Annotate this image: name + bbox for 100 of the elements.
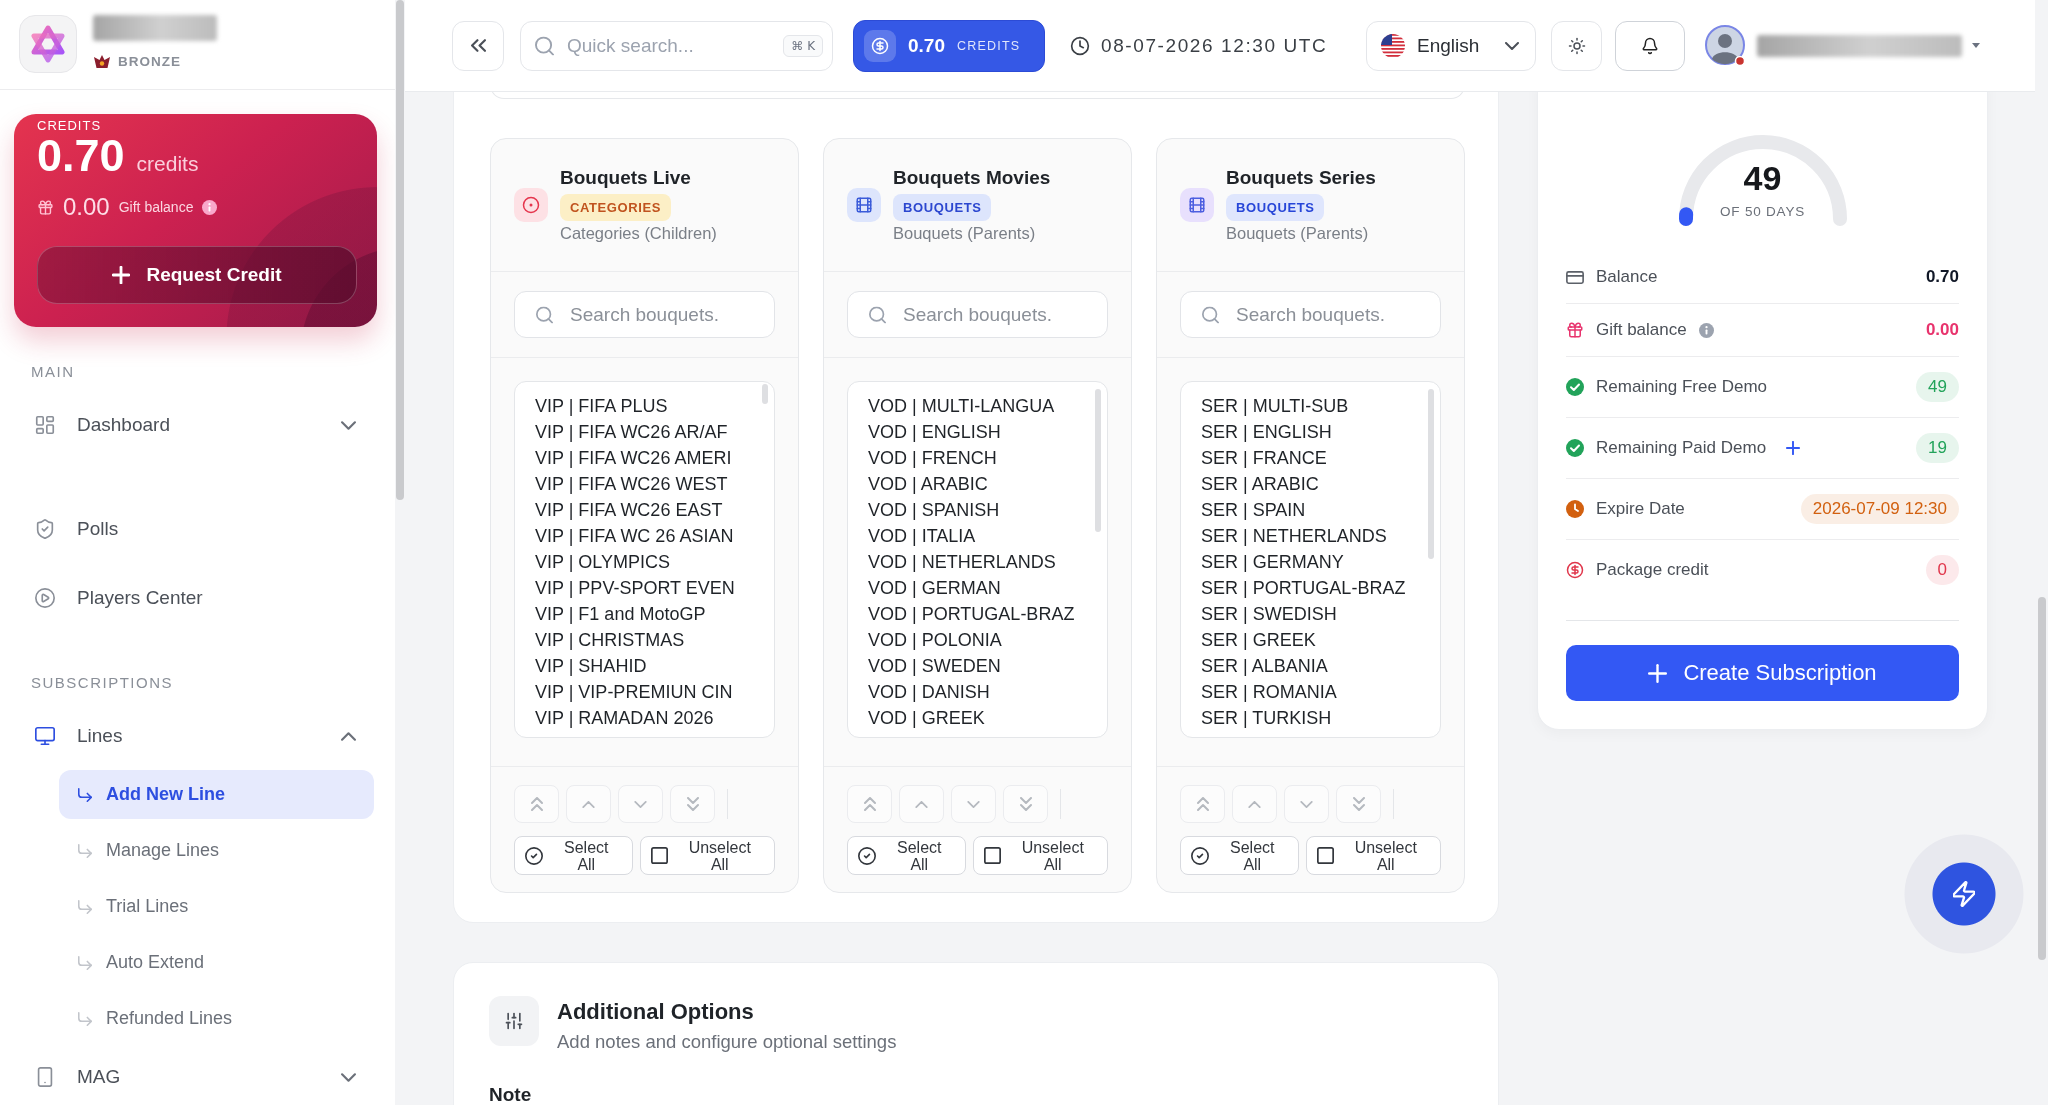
nav-item[interactable]: Polls [0, 504, 395, 554]
bouquet-search-field[interactable]: Search bouquets. [1180, 291, 1441, 338]
move-to-top-button[interactable] [847, 785, 892, 823]
bouquet-item[interactable]: VOD | GREEK [868, 705, 1093, 731]
request-credit-button[interactable]: Request Credit [37, 246, 357, 304]
bouquet-item[interactable]: SER | GREEK [1201, 627, 1426, 653]
bouquet-item[interactable]: SER | TURKISH [1201, 705, 1426, 731]
bouquet-item[interactable]: VOD | NETHERLANDS [868, 549, 1093, 575]
scrollbar-thumb[interactable] [2037, 597, 2046, 960]
nav-item[interactable]: MAG [0, 1052, 395, 1102]
bouquet-item[interactable]: VOD | SPANISH [868, 497, 1093, 523]
bouquet-search-field[interactable]: Search bouquets. [847, 291, 1108, 338]
bouquet-item[interactable]: VIP | OLYMPICS [535, 549, 760, 575]
move-up-button[interactable] [566, 785, 611, 823]
bouquet-item[interactable]: SER | ALBANIA [1201, 653, 1426, 679]
bouquet-list[interactable] [514, 381, 775, 738]
move-up-button[interactable] [899, 785, 944, 823]
nav-subitem[interactable]: Trial Lines [59, 882, 374, 931]
move-to-top-button[interactable] [1180, 785, 1225, 823]
move-down-button[interactable] [1284, 785, 1329, 823]
bouquet-item[interactable]: VIP | FIFA PLUS [535, 393, 760, 419]
unselect-all-button[interactable]: Unselect All [639, 836, 775, 875]
chevron-down-icon[interactable] [341, 420, 356, 430]
bouquet-item[interactable]: VIP | PPV-SPORT EVEN [535, 575, 760, 601]
bouquet-search-field[interactable]: Search bouquets. [514, 291, 775, 338]
bouquet-item[interactable]: SER | ENGLISH [1201, 419, 1426, 445]
bouquet-item[interactable]: SER | SPAIN [1201, 497, 1426, 523]
info-icon[interactable] [202, 199, 218, 215]
nav-subitem[interactable]: Add New Line [59, 770, 374, 819]
bouquet-item[interactable]: VIP | VIP-PREMIUN CIN [535, 679, 760, 705]
bouquet-item[interactable]: VIP | FIFA WC26 AR/AF [535, 419, 760, 445]
bouquet-item[interactable]: SER | NETHERLANDS [1201, 523, 1426, 549]
bouquet-item[interactable]: SER | ROMANIA [1201, 679, 1426, 705]
create-subscription-button[interactable]: Create Subscription [1566, 645, 1959, 701]
chevron-down-icon[interactable] [341, 1072, 356, 1082]
nav-subitem[interactable]: Refunded Lines [59, 994, 374, 1043]
select-all-button[interactable]: Select All [847, 836, 966, 875]
bouquet-item[interactable]: SER | MULTI-SUB [1201, 393, 1426, 419]
move-down-button[interactable] [951, 785, 996, 823]
avatar-icon[interactable] [1705, 24, 1747, 67]
move-to-bottom-button[interactable] [1003, 785, 1048, 823]
bouquet-item[interactable]: VOD | SWEDEN [868, 653, 1093, 679]
bouquet-item[interactable]: VOD | FRENCH [868, 445, 1093, 471]
move-to-bottom-button[interactable] [670, 785, 715, 823]
scrollbar-thumb[interactable] [1095, 389, 1101, 532]
nav-item[interactable]: Dashboard [0, 400, 395, 450]
bouquet-item[interactable]: SER | ARABIC [1201, 471, 1426, 497]
nav-item[interactable]: Lines [0, 711, 395, 761]
unselect-all-button[interactable]: Unselect All [1305, 836, 1441, 875]
select-all-button[interactable]: Select All [1180, 836, 1299, 875]
language-select[interactable]: English [1366, 20, 1536, 71]
unselect-all-button[interactable]: Unselect All [972, 836, 1108, 875]
bouquet-item[interactable]: VOD | ENGLISH [868, 419, 1093, 445]
bouquet-item[interactable]: SER | PORTUGAL-BRAZ [1201, 575, 1426, 601]
collapse-sidebar-button[interactable] [452, 20, 504, 71]
chevron-up-icon[interactable] [341, 731, 356, 741]
bouquet-item[interactable]: VIP | FIFA WC 26 ASIAN [535, 523, 760, 549]
bouquet-item[interactable]: VIP | FIFA WC26 EAST [535, 497, 760, 523]
select-all-button[interactable]: Select All [514, 836, 633, 875]
bouquet-item[interactable]: VOD | ARABIC [868, 471, 1093, 497]
add-button[interactable] [1786, 441, 1801, 455]
nav-subitem[interactable]: Manage Lines [59, 826, 374, 875]
move-down-button[interactable] [618, 785, 663, 823]
theme-button[interactable] [1551, 20, 1602, 71]
bouquet-item[interactable]: VOD | PORTUGAL-BRAZ [868, 601, 1093, 627]
bouquet-item[interactable]: SER | FRANCE [1201, 445, 1426, 471]
bouquet-item[interactable]: SER | GERMANY [1201, 549, 1426, 575]
bouquet-item[interactable]: VIP | F1 and MotoGP [535, 601, 760, 627]
bouquet-item[interactable]: VOD | MULTI-LANGUA [868, 393, 1093, 419]
panel-subtitle: Bouquets (Parents) [1226, 223, 1369, 243]
move-to-bottom-button[interactable] [1336, 785, 1381, 823]
bouquet-item[interactable]: VOD | GERMAN [868, 575, 1093, 601]
bouquet-list[interactable]: VOD | MULTI-LANGUA VOD | ENGLISH VOD | FRENCH VOD | ARABIC VOD | SPANISH VOD | ITALIA VOD | NETHERLANDS VOD | GERMAN VOD | PORTUGAL-BRAZ VOD | POLONIA VOD | SWEDEN VOD | DANISH VOD | GREEK [847, 381, 1108, 738]
film-icon [1180, 188, 1214, 222]
caret-icon[interactable] [1972, 43, 1980, 48]
bouquet-item[interactable]: VIP | SHAHID [535, 653, 760, 679]
bouquet-item[interactable]: VIP | FIFA WC26 WEST [535, 471, 760, 497]
bouquet-item[interactable]: SER | SWEDISH [1201, 601, 1426, 627]
datetime-text: 08-07-2026 12:30 UTC [1101, 34, 1328, 57]
bouquet-item[interactable]: VOD | ITALIA [868, 523, 1093, 549]
bouquet-item[interactable]: VIP | CHRISTMAS [535, 627, 760, 653]
bouquet-item[interactable]: VOD | POLONIA [868, 627, 1093, 653]
move-to-top-button[interactable] [514, 785, 559, 823]
move-up-button[interactable] [1232, 785, 1277, 823]
notifications-button[interactable] [1615, 20, 1685, 71]
nav-item[interactable]: Players Center [0, 573, 395, 623]
credits-button[interactable]: 0.70 CREDITS [853, 19, 1045, 72]
scrollbar-thumb[interactable] [396, 0, 404, 500]
bouquet-item[interactable]: VIP | RAMADAN 2026 [535, 705, 760, 731]
bouquet-item[interactable]: VOD | DANISH [868, 679, 1093, 705]
logo-icon[interactable] [19, 15, 77, 73]
nav-subitem[interactable]: Auto Extend [59, 938, 374, 987]
chevron-up-icon [582, 800, 595, 808]
scrollbar-thumb[interactable] [1428, 389, 1434, 559]
bouquet-list[interactable]: SER | MULTI-SUB SER | ENGLISH SER | FRANCE SER | ARABIC SER | SPAIN SER | NETHERLANDS SER | GERMANY SER | PORTUGAL-BRAZ SER | SWEDISH SER | GREEK SER | ALBANIA SER | ROMANIA SER | TURKISH [1180, 381, 1441, 738]
scrollbar-thumb[interactable] [762, 384, 768, 404]
bouquet-item[interactable]: VIP | FIFA WC26 AMERI [535, 445, 760, 471]
sliders-icon [489, 996, 539, 1046]
info-icon[interactable] [1698, 322, 1714, 338]
chevron-up-icon [1248, 800, 1261, 808]
